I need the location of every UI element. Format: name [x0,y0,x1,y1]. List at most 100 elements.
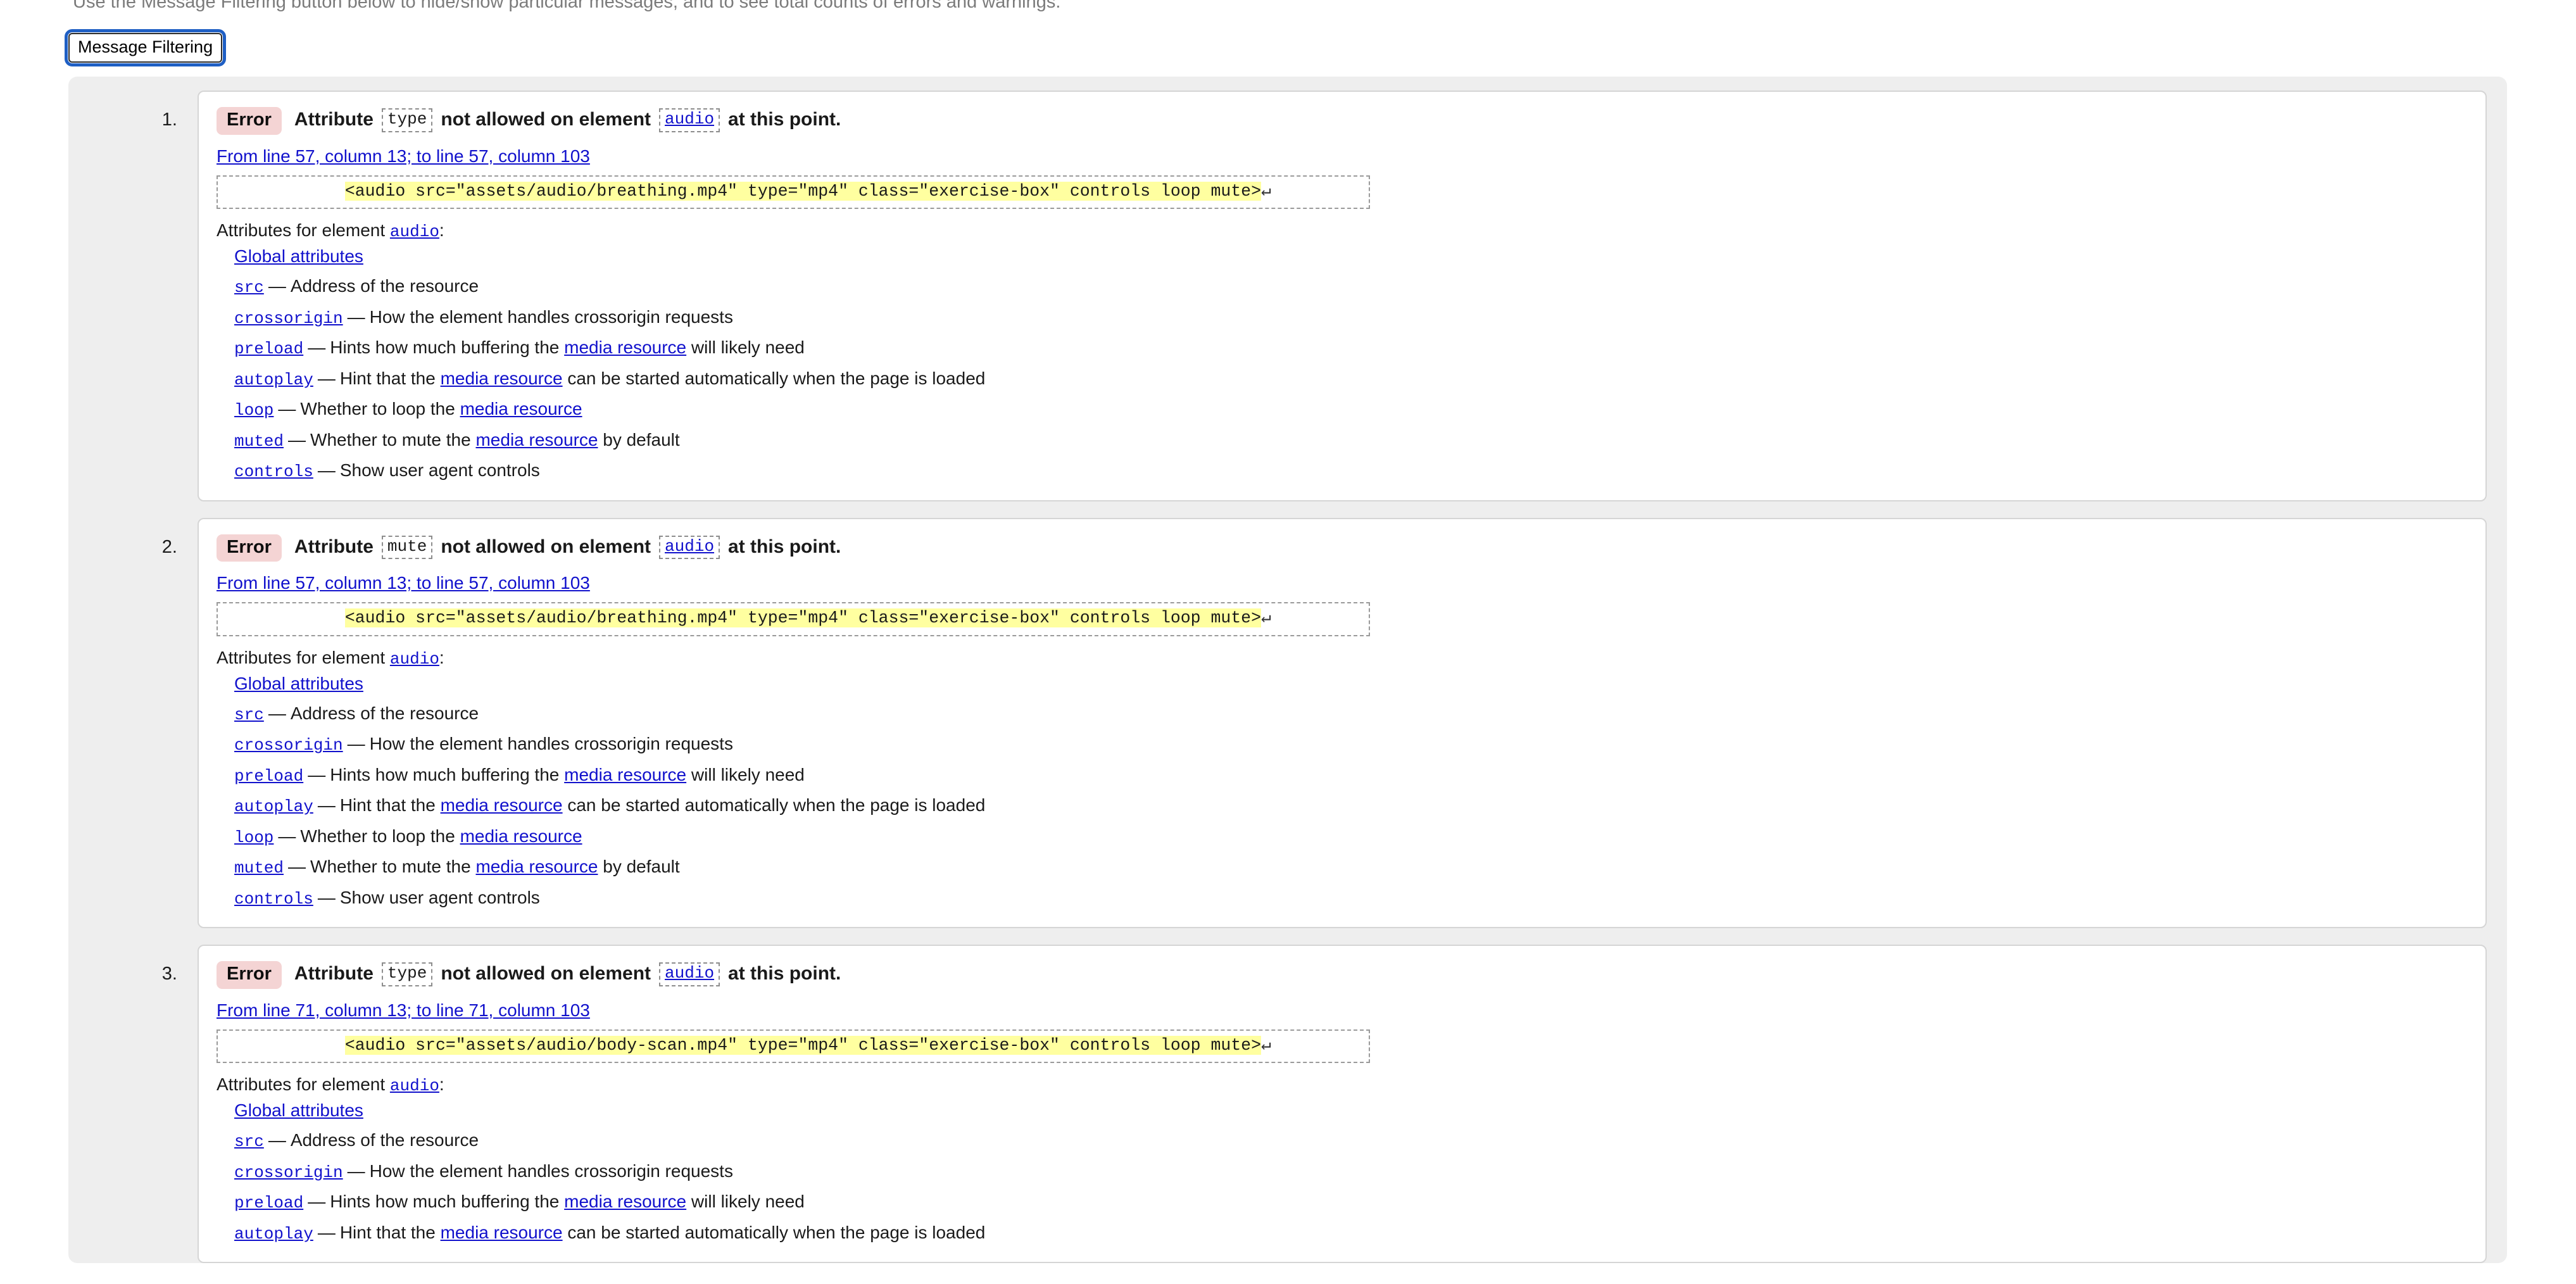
attribute-name-link[interactable]: loop [234,828,273,847]
media-resource-link[interactable]: media resource [460,826,582,846]
media-resource-link[interactable]: media resource [441,1223,563,1242]
attribute-description-tail: can be started automatically when the pa… [567,795,986,815]
attribute-name-link[interactable]: preload [234,767,303,786]
attributes-title-element-link[interactable]: audio [390,222,439,241]
attribute-dash: — [317,368,336,388]
attribute-name-link[interactable]: preload [234,339,303,358]
status-badge: Error [217,534,282,562]
attribute-name-link[interactable]: src [234,278,264,297]
attributes-title-colon: : [439,1074,444,1095]
media-resource-link[interactable]: media resource [475,857,598,876]
attribute-description: How the element handles crossorigin requ… [369,1161,733,1181]
attribute-name-link[interactable]: src [234,1132,264,1151]
attribute-name-link[interactable]: crossorigin [234,309,343,328]
global-attributes-link[interactable]: Global attributes [234,1100,363,1120]
attribute-description: Whether to mute the [310,857,471,877]
attribute-description: How the element handles crossorigin requ… [369,734,733,754]
message-card: Error Attribute mute not allowed on element… [198,517,2487,929]
attributes-title: Attributes for element audio: [217,1074,2468,1095]
attribute-word-label: Attribute [294,109,374,130]
attribute-description: Show user agent controls [339,887,540,907]
source-extract: <audio src="assets/audio/breathing.mp4" … [217,602,1370,636]
attribute-name-link[interactable]: src [234,705,264,724]
attribute-dash: — [268,1130,286,1150]
attribute-dash: — [317,1222,336,1242]
attribute-description-tail: will likely need [691,764,805,784]
attributes-title-label: Attributes for element [217,1074,386,1095]
attribute-description: Address of the resource [290,276,479,296]
source-location-link[interactable]: From line 57, column 13; to line 57, col… [217,573,590,593]
status-badge: Error [217,961,282,989]
extract-indent [224,182,345,201]
attribute-dash: — [347,734,365,754]
attributes-title-element-link[interactable]: audio [390,1076,439,1095]
message-item: Error Attribute type not allowed on element… [182,945,2507,1264]
attribute-name-link[interactable]: muted [234,859,284,878]
attribute-dash: — [268,703,286,723]
attribute-list-item: autoplay — Hint that the media resource ca… [234,367,2468,391]
source-extract: <audio src="assets/audio/body-scan.mp4" … [217,1029,1370,1064]
attribute-dash: — [268,276,286,296]
attribute-dash: — [278,826,296,846]
attribute-name-link[interactable]: muted [234,432,284,451]
media-resource-link[interactable]: media resource [564,1192,686,1211]
attribute-name-link[interactable]: crossorigin [234,1163,343,1182]
attribute-description: Whether to loop the [300,399,455,419]
source-location-link[interactable]: From line 57, column 13; to line 57, col… [217,146,590,167]
attribute-description-tail: will likely need [691,1192,805,1212]
attribute-word-label: Attribute [294,963,374,985]
attribute-list-item: autoplay — Hint that the media resource ca… [234,794,2468,817]
offending-attribute-code: type [381,108,433,132]
media-resource-link[interactable]: media resource [460,399,582,419]
attribute-list-item: muted — Whether to mute the media resource… [234,429,2468,452]
at-this-point-label: at this point. [728,963,841,985]
message-heading: Error Attribute mute not allowed on element… [217,534,2468,562]
attribute-name-link[interactable]: controls [234,890,313,909]
attributes-title-colon: : [439,647,444,667]
offending-attribute-code: mute [381,535,433,560]
attribute-dash: — [308,337,326,358]
source-extract: <audio src="assets/audio/breathing.mp4" … [217,175,1370,210]
attribute-name-link[interactable]: loop [234,401,273,420]
attribute-list-item: Global attributes [234,672,2468,695]
element-code: audio [659,962,720,986]
global-attributes-link[interactable]: Global attributes [234,674,363,693]
source-location-link[interactable]: From line 71, column 13; to line 71, col… [217,1000,590,1021]
attribute-dash: — [288,429,306,450]
attributes-title-element-link[interactable]: audio [390,650,439,669]
attribute-description: Hint that the [339,368,436,388]
media-resource-link[interactable]: media resource [441,795,563,815]
intro-text-line: Use the Message Filtering button below t… [73,0,1061,12]
element-spec-link[interactable]: audio [665,964,714,983]
attribute-name-link[interactable]: crossorigin [234,736,343,755]
attribute-dash: — [317,795,336,815]
attribute-description-tail: by default [603,857,680,877]
attribute-word-label: Attribute [294,536,374,557]
media-resource-link[interactable]: media resource [564,337,686,357]
attribute-description: Whether to mute the [310,429,471,450]
media-resource-link[interactable]: media resource [564,765,686,784]
attribute-dash: — [288,857,306,877]
attribute-name-link[interactable]: autoplay [234,797,313,816]
message-filtering-button[interactable]: Message Filtering [64,29,227,66]
attribute-list-item: controls — Show user agent controls [234,886,2468,910]
media-resource-link[interactable]: media resource [475,430,598,450]
attributes-title-label: Attributes for element [217,647,386,667]
global-attributes-link[interactable]: Global attributes [234,246,363,266]
element-spec-link[interactable]: audio [665,110,714,129]
validator-results-page: Use the Message Filtering button below t… [0,0,2576,1284]
attribute-dash: — [278,399,296,419]
filter-toolbar: Message Filtering [0,23,2576,77]
attribute-name-link[interactable]: autoplay [234,1224,313,1243]
intro-text: Use the Message Filtering button below t… [0,0,2576,23]
attribute-description: Hints how much buffering the [330,337,560,358]
attribute-name-link[interactable]: preload [234,1193,303,1212]
status-badge: Error [217,107,282,135]
attribute-name-link[interactable]: autoplay [234,370,313,389]
attribute-list-item: crossorigin — How the element handles cros… [234,1160,2468,1183]
media-resource-link[interactable]: media resource [441,368,563,388]
attribute-description: Hint that the [339,1222,436,1242]
attribute-name-link[interactable]: controls [234,462,313,481]
element-spec-link[interactable]: audio [665,537,714,556]
attribute-description-tail: can be started automatically when the pa… [567,1222,986,1242]
